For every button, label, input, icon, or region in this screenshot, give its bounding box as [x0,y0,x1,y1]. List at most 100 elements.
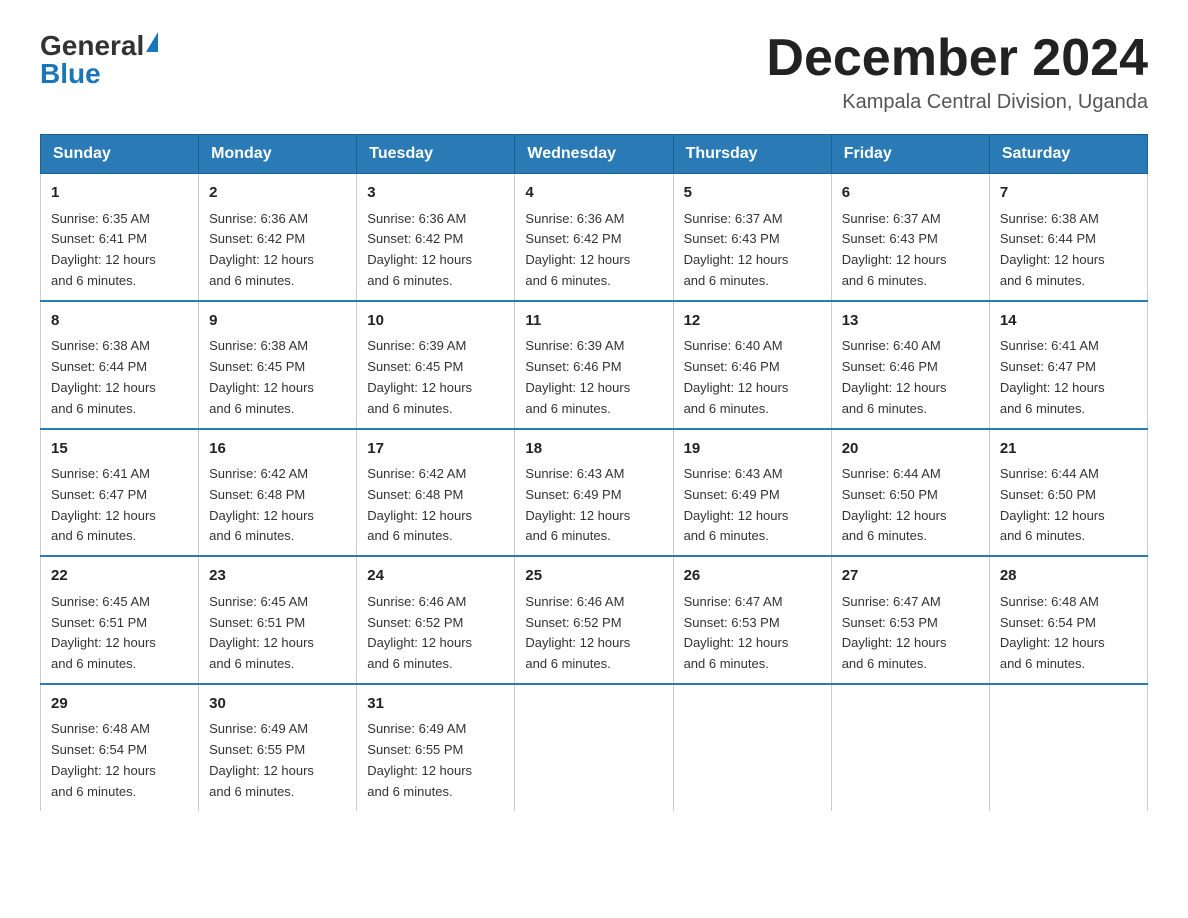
day-info: Sunrise: 6:38 AMSunset: 6:44 PMDaylight:… [51,338,156,415]
calendar-cell: 2 Sunrise: 6:36 AMSunset: 6:42 PMDayligh… [199,174,357,301]
day-number: 1 [51,182,188,205]
calendar-cell: 6 Sunrise: 6:37 AMSunset: 6:43 PMDayligh… [831,174,989,301]
day-number: 26 [684,565,821,588]
day-info: Sunrise: 6:42 AMSunset: 6:48 PMDaylight:… [367,466,472,543]
weekday-header-monday: Monday [199,135,357,174]
day-info: Sunrise: 6:40 AMSunset: 6:46 PMDaylight:… [684,338,789,415]
day-info: Sunrise: 6:35 AMSunset: 6:41 PMDaylight:… [51,211,156,288]
calendar-cell: 8 Sunrise: 6:38 AMSunset: 6:44 PMDayligh… [41,301,199,429]
day-info: Sunrise: 6:45 AMSunset: 6:51 PMDaylight:… [209,594,314,671]
day-info: Sunrise: 6:45 AMSunset: 6:51 PMDaylight:… [51,594,156,671]
day-number: 31 [367,693,504,716]
calendar-cell: 27 Sunrise: 6:47 AMSunset: 6:53 PMDaylig… [831,556,989,684]
calendar-cell: 3 Sunrise: 6:36 AMSunset: 6:42 PMDayligh… [357,174,515,301]
day-info: Sunrise: 6:49 AMSunset: 6:55 PMDaylight:… [209,721,314,798]
day-number: 24 [367,565,504,588]
calendar-cell: 20 Sunrise: 6:44 AMSunset: 6:50 PMDaylig… [831,429,989,557]
calendar-cell: 26 Sunrise: 6:47 AMSunset: 6:53 PMDaylig… [673,556,831,684]
day-info: Sunrise: 6:43 AMSunset: 6:49 PMDaylight:… [525,466,630,543]
day-number: 15 [51,438,188,461]
calendar-cell [989,684,1147,811]
day-info: Sunrise: 6:39 AMSunset: 6:45 PMDaylight:… [367,338,472,415]
day-info: Sunrise: 6:46 AMSunset: 6:52 PMDaylight:… [367,594,472,671]
day-number: 23 [209,565,346,588]
day-info: Sunrise: 6:40 AMSunset: 6:46 PMDaylight:… [842,338,947,415]
day-number: 19 [684,438,821,461]
weekday-header-tuesday: Tuesday [357,135,515,174]
title-area: December 2024 Kampala Central Division, … [766,30,1148,114]
weekday-header-sunday: Sunday [41,135,199,174]
day-number: 3 [367,182,504,205]
day-info: Sunrise: 6:44 AMSunset: 6:50 PMDaylight:… [842,466,947,543]
day-info: Sunrise: 6:37 AMSunset: 6:43 PMDaylight:… [684,211,789,288]
day-number: 20 [842,438,979,461]
calendar-cell: 15 Sunrise: 6:41 AMSunset: 6:47 PMDaylig… [41,429,199,557]
day-number: 2 [209,182,346,205]
calendar-cell: 22 Sunrise: 6:45 AMSunset: 6:51 PMDaylig… [41,556,199,684]
day-info: Sunrise: 6:36 AMSunset: 6:42 PMDaylight:… [209,211,314,288]
day-info: Sunrise: 6:36 AMSunset: 6:42 PMDaylight:… [525,211,630,288]
day-info: Sunrise: 6:39 AMSunset: 6:46 PMDaylight:… [525,338,630,415]
day-number: 25 [525,565,662,588]
calendar-cell: 1 Sunrise: 6:35 AMSunset: 6:41 PMDayligh… [41,174,199,301]
day-number: 12 [684,310,821,333]
day-number: 17 [367,438,504,461]
day-number: 5 [684,182,821,205]
calendar-cell: 14 Sunrise: 6:41 AMSunset: 6:47 PMDaylig… [989,301,1147,429]
day-number: 28 [1000,565,1137,588]
calendar-cell: 7 Sunrise: 6:38 AMSunset: 6:44 PMDayligh… [989,174,1147,301]
day-info: Sunrise: 6:41 AMSunset: 6:47 PMDaylight:… [1000,338,1105,415]
location-title: Kampala Central Division, Uganda [766,91,1148,114]
weekday-header-thursday: Thursday [673,135,831,174]
calendar-cell: 31 Sunrise: 6:49 AMSunset: 6:55 PMDaylig… [357,684,515,811]
calendar-body: 1 Sunrise: 6:35 AMSunset: 6:41 PMDayligh… [41,174,1148,811]
logo-triangle-icon [146,32,158,52]
day-info: Sunrise: 6:37 AMSunset: 6:43 PMDaylight:… [842,211,947,288]
month-title: December 2024 [766,30,1148,87]
day-number: 4 [525,182,662,205]
day-info: Sunrise: 6:43 AMSunset: 6:49 PMDaylight:… [684,466,789,543]
day-number: 29 [51,693,188,716]
day-number: 6 [842,182,979,205]
day-number: 30 [209,693,346,716]
calendar-cell: 12 Sunrise: 6:40 AMSunset: 6:46 PMDaylig… [673,301,831,429]
weekday-header-wednesday: Wednesday [515,135,673,174]
day-info: Sunrise: 6:49 AMSunset: 6:55 PMDaylight:… [367,721,472,798]
day-number: 9 [209,310,346,333]
week-row-2: 8 Sunrise: 6:38 AMSunset: 6:44 PMDayligh… [41,301,1148,429]
calendar-cell [673,684,831,811]
day-number: 27 [842,565,979,588]
calendar-cell [515,684,673,811]
weekday-header-row: SundayMondayTuesdayWednesdayThursdayFrid… [41,135,1148,174]
calendar-cell: 13 Sunrise: 6:40 AMSunset: 6:46 PMDaylig… [831,301,989,429]
calendar-cell: 21 Sunrise: 6:44 AMSunset: 6:50 PMDaylig… [989,429,1147,557]
calendar-cell: 17 Sunrise: 6:42 AMSunset: 6:48 PMDaylig… [357,429,515,557]
day-info: Sunrise: 6:48 AMSunset: 6:54 PMDaylight:… [1000,594,1105,671]
calendar-cell: 18 Sunrise: 6:43 AMSunset: 6:49 PMDaylig… [515,429,673,557]
weekday-header-saturday: Saturday [989,135,1147,174]
calendar-cell: 4 Sunrise: 6:36 AMSunset: 6:42 PMDayligh… [515,174,673,301]
day-number: 22 [51,565,188,588]
day-info: Sunrise: 6:41 AMSunset: 6:47 PMDaylight:… [51,466,156,543]
calendar-cell: 28 Sunrise: 6:48 AMSunset: 6:54 PMDaylig… [989,556,1147,684]
calendar-cell: 5 Sunrise: 6:37 AMSunset: 6:43 PMDayligh… [673,174,831,301]
calendar-cell: 23 Sunrise: 6:45 AMSunset: 6:51 PMDaylig… [199,556,357,684]
day-number: 8 [51,310,188,333]
day-number: 14 [1000,310,1137,333]
day-info: Sunrise: 6:44 AMSunset: 6:50 PMDaylight:… [1000,466,1105,543]
calendar-cell: 24 Sunrise: 6:46 AMSunset: 6:52 PMDaylig… [357,556,515,684]
calendar-cell: 16 Sunrise: 6:42 AMSunset: 6:48 PMDaylig… [199,429,357,557]
day-info: Sunrise: 6:38 AMSunset: 6:45 PMDaylight:… [209,338,314,415]
week-row-1: 1 Sunrise: 6:35 AMSunset: 6:41 PMDayligh… [41,174,1148,301]
day-number: 7 [1000,182,1137,205]
calendar-cell: 10 Sunrise: 6:39 AMSunset: 6:45 PMDaylig… [357,301,515,429]
day-info: Sunrise: 6:47 AMSunset: 6:53 PMDaylight:… [842,594,947,671]
calendar-header: SundayMondayTuesdayWednesdayThursdayFrid… [41,135,1148,174]
calendar-cell: 29 Sunrise: 6:48 AMSunset: 6:54 PMDaylig… [41,684,199,811]
day-number: 11 [525,310,662,333]
calendar-cell: 30 Sunrise: 6:49 AMSunset: 6:55 PMDaylig… [199,684,357,811]
week-row-5: 29 Sunrise: 6:48 AMSunset: 6:54 PMDaylig… [41,684,1148,811]
day-info: Sunrise: 6:38 AMSunset: 6:44 PMDaylight:… [1000,211,1105,288]
day-info: Sunrise: 6:47 AMSunset: 6:53 PMDaylight:… [684,594,789,671]
logo: General Blue [40,30,158,90]
